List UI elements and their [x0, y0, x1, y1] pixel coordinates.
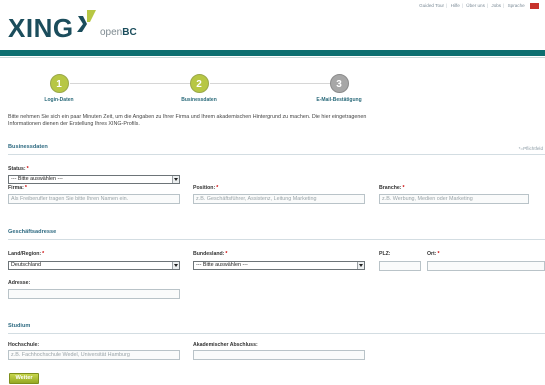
bundesland-select-value: --- Bitte auswählen --- — [196, 262, 248, 268]
plz-label: PLZ: — [379, 251, 391, 257]
nav-hilfe[interactable]: Hilfe — [449, 3, 462, 8]
progress-steps: 1 Login-Daten 2 Businessdaten 3 E-Mail-B… — [0, 74, 545, 108]
firma-label: Firma:* — [8, 185, 27, 191]
step-3: 3 E-Mail-Bestätigung — [289, 74, 389, 103]
bundesland-label: Bundesland:* — [193, 251, 228, 257]
chevron-down-icon — [357, 262, 364, 269]
position-label: Position:* — [193, 185, 219, 191]
status-label: Status:* — [8, 166, 29, 172]
land-label: Land/Region:* — [8, 251, 45, 257]
section-title-studium: Studium — [8, 323, 31, 329]
header-underline — [0, 57, 545, 58]
section-rule — [8, 239, 545, 240]
step-3-number: 3 — [329, 74, 349, 93]
weiter-button[interactable]: Weiter — [9, 373, 39, 384]
firma-input[interactable]: Als Freiberufler tragen Sie bitte Ihren … — [8, 194, 180, 204]
chevron-down-icon — [172, 262, 179, 269]
language-flag-icon[interactable] — [530, 3, 539, 9]
step-3-label: E-Mail-Bestätigung — [316, 97, 362, 103]
nav-separator: | — [486, 3, 489, 9]
nav-jobs[interactable]: Jobs — [489, 3, 503, 8]
step-1-label: Login-Daten — [44, 97, 74, 103]
step-2-label: Businessdaten — [181, 97, 217, 103]
hochschule-label: Hochschule: — [8, 342, 40, 348]
step-1: 1 Login-Daten — [9, 74, 109, 103]
adresse-label: Adresse: — [8, 280, 31, 286]
step-1-number: 1 — [49, 74, 69, 93]
land-select[interactable]: Deutschland — [8, 261, 180, 270]
step-2-number: 2 — [189, 74, 209, 93]
required-note: *=Pflichtfeld — [518, 146, 543, 151]
logo-sub-bold: BC — [122, 27, 137, 38]
header-bar — [0, 50, 545, 56]
bundesland-select[interactable]: --- Bitte auswählen --- — [193, 261, 365, 270]
ort-input[interactable] — [427, 261, 545, 271]
nav-separator: | — [446, 3, 448, 9]
nav-separator: | — [503, 3, 505, 9]
nav-separator: | — [461, 3, 463, 9]
logo-sub-prefix: open — [100, 27, 123, 38]
status-select-value: --- Bitte auswählen --- — [11, 176, 63, 182]
nav-guided-tour[interactable]: Guided Tour — [417, 3, 446, 8]
nav-sprache[interactable]: Sprache — [506, 3, 527, 8]
position-input[interactable]: z.B. Geschäftsführer, Assistenz, Leitung… — [193, 194, 365, 204]
xing-x-icon — [77, 10, 96, 32]
plz-input[interactable] — [379, 261, 421, 271]
logo-subtitle: openBC — [100, 27, 137, 38]
branche-label: Branche:* — [379, 185, 405, 191]
chevron-down-icon — [172, 176, 179, 183]
section-rule — [8, 154, 545, 155]
top-navigation: Guided Tour | Hilfe | Über uns | Jobs | Spra… — [417, 3, 539, 9]
nav-ueber-uns[interactable]: Über uns — [464, 3, 487, 8]
section-rule — [8, 333, 545, 334]
section-title-businessdaten: Businessdaten — [8, 144, 48, 150]
step-2: 2 Businessdaten — [149, 74, 249, 103]
land-select-value: Deutschland — [11, 262, 41, 268]
abschluss-input[interactable] — [193, 350, 365, 360]
section-title-geschaeftsadresse: Geschäftsadresse — [8, 229, 57, 235]
branche-input[interactable]: z.B. Werbung, Medien oder Marketing — [379, 194, 529, 204]
adresse-input[interactable] — [8, 289, 180, 299]
ort-label: Ort:* — [427, 251, 440, 257]
abschluss-label: Akademischer Abschluss: — [193, 342, 258, 348]
hochschule-input[interactable]: z.B. Fachhochschule Wedel, Universität H… — [8, 350, 180, 360]
logo-brand-text: XING — [8, 13, 74, 43]
intro-text: Bitte nehmen Sie sich ein paar Minuten Z… — [8, 114, 367, 128]
status-select[interactable]: --- Bitte auswählen --- — [8, 175, 180, 184]
